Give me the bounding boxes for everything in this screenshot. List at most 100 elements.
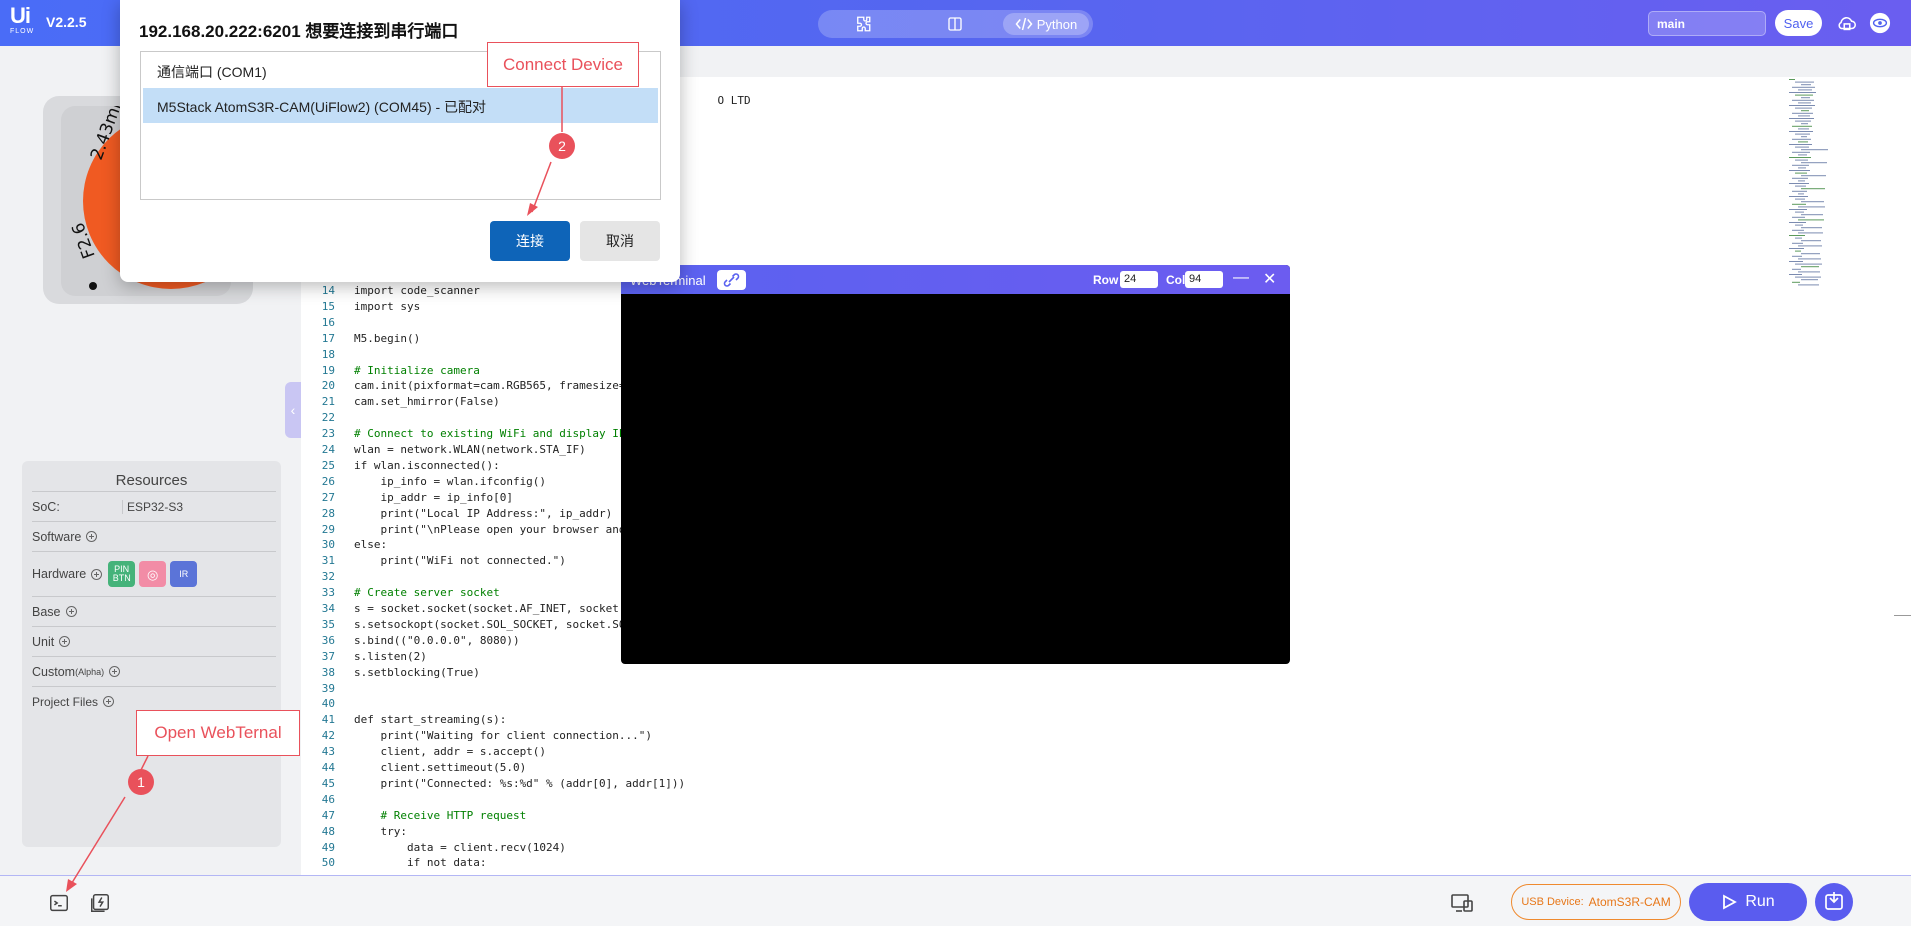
unit-label: Unit <box>32 634 55 649</box>
web-terminal-window[interactable]: WebTerminal Row 24 Col 94 — ✕ <box>621 265 1290 664</box>
line-number: 42 <box>321 729 335 743</box>
ir-badge[interactable]: IR <box>170 561 198 587</box>
line-number: 16 <box>321 315 335 329</box>
minimap-line <box>1795 172 1807 174</box>
terminal-link-button[interactable] <box>717 270 746 290</box>
minimap-line <box>1789 274 1802 275</box>
usb-device-indicator[interactable]: USB Device: AtomS3R-CAM <box>1511 884 1681 920</box>
line-number: 48 <box>321 824 335 838</box>
minimap-line <box>1789 105 1815 106</box>
line-number: 45 <box>321 776 335 790</box>
terminal-icon[interactable] <box>48 892 70 914</box>
python-mode-label: Python <box>1036 16 1078 32</box>
line-number: 22 <box>321 411 335 425</box>
row-input[interactable]: 24 <box>1120 271 1158 288</box>
cancel-button[interactable]: 取消 <box>580 221 660 261</box>
line-code: if wlan.isconnected(): <box>354 458 500 472</box>
add-base-icon[interactable] <box>65 606 77 617</box>
minimap-line <box>1795 224 1803 226</box>
connect-device-callout: Connect Device <box>487 42 639 87</box>
uiflow-logo[interactable]: Ui FLOW <box>10 4 38 40</box>
custom-row[interactable]: Custom (Alpha) <box>32 656 276 686</box>
minimap-line <box>1792 203 1806 205</box>
save-button[interactable]: Save <box>1775 10 1822 36</box>
line-number: 31 <box>321 554 335 568</box>
python-mode-button[interactable]: Python <box>1003 13 1089 35</box>
line-code: cam.init(pixformat=cam.RGB565, framesize… <box>354 379 633 393</box>
port-option-com45[interactable]: M5Stack AtomS3R-CAM(UiFlow2) (COM45) - 已… <box>143 88 658 123</box>
project-name-input[interactable]: main <box>1648 11 1766 36</box>
minimap-line <box>1795 237 1802 239</box>
add-project-file-icon[interactable] <box>103 696 115 707</box>
col-label: Col <box>1166 273 1186 287</box>
row-label: Row <box>1093 273 1119 287</box>
minimize-icon[interactable]: — <box>1233 269 1249 287</box>
minimap-line <box>1801 149 1828 151</box>
code-line: 38 s.setblocking(True) <box>301 665 1001 681</box>
code-line: 43 client, addr = s.accept() <box>301 744 1001 760</box>
web-terminal-header[interactable]: WebTerminal Row 24 Col 94 — ✕ <box>621 265 1290 294</box>
minimap-line <box>1801 253 1820 255</box>
line-code: # Receive HTTP request <box>354 808 527 822</box>
minimap-line <box>1795 211 1804 213</box>
minimap-line <box>1801 214 1823 216</box>
line-number: 26 <box>321 474 335 488</box>
software-label: Software <box>32 529 82 544</box>
col-input[interactable]: 94 <box>1185 271 1223 288</box>
add-hardware-icon[interactable] <box>91 568 103 580</box>
minimap-line <box>1801 97 1810 99</box>
minimap-line <box>1795 120 1811 122</box>
run-button[interactable]: Run <box>1689 883 1807 921</box>
line-code: s.setblocking(True) <box>354 665 480 679</box>
minimap-line <box>1792 190 1807 192</box>
flash-firmware-icon[interactable] <box>89 892 111 914</box>
line-number: 32 <box>321 570 335 584</box>
code-line: 49 data = client.recv(1024) <box>301 840 1001 856</box>
line-number: 28 <box>321 506 335 520</box>
close-icon[interactable]: ✕ <box>1263 269 1276 289</box>
mic-badge[interactable]: ◎ <box>139 561 167 587</box>
line-code: s.setsockopt(socket.SOL_SOCKET, socket.S… <box>354 617 633 631</box>
minimap-line <box>1789 222 1806 223</box>
download-to-device-button[interactable] <box>1815 883 1853 921</box>
hardware-row[interactable]: Hardware PIN BTN ◎ IR <box>32 551 276 596</box>
minimap-line <box>1792 177 1808 179</box>
blocks-mode-button[interactable] <box>822 13 904 35</box>
minimap-line <box>1795 146 1809 148</box>
line-number: 14 <box>321 284 335 297</box>
split-mode-button[interactable] <box>914 13 996 35</box>
puzzle-icon <box>857 16 871 32</box>
minimap-line <box>1801 110 1809 112</box>
minimap-line <box>1798 102 1811 104</box>
step-2-marker: 2 <box>549 133 575 159</box>
line-code: s = socket.socket(socket.AF_INET, socket… <box>354 602 633 615</box>
code-minimap[interactable] <box>1785 77 1885 287</box>
minimap-line <box>1798 167 1806 169</box>
device-manager-icon[interactable] <box>1450 892 1473 914</box>
line-code: def start_streaming(s): <box>354 713 507 727</box>
open-webterminal-callout: Open WebTernal <box>136 710 300 756</box>
add-custom-icon[interactable] <box>109 666 121 677</box>
collapse-sidebar-tab[interactable]: ‹ <box>285 382 301 438</box>
line-code: print("Waiting for client connection..."… <box>354 729 653 743</box>
base-row[interactable]: Base <box>32 596 276 626</box>
add-unit-icon[interactable] <box>59 636 71 647</box>
minimap-line <box>1801 240 1821 242</box>
cloud-project-icon[interactable] <box>1836 12 1858 34</box>
soc-row: SoC: ESP32-S3 <box>32 491 276 521</box>
minimap-line <box>1798 206 1825 208</box>
soc-label: SoC: <box>32 499 60 514</box>
software-row[interactable]: Software <box>32 521 276 551</box>
connect-button[interactable]: 连接 <box>490 221 570 261</box>
line-number: 18 <box>321 347 335 361</box>
line-number: 19 <box>321 363 335 377</box>
minimap-line <box>1798 271 1820 273</box>
code-line: 46 <box>301 792 1001 808</box>
unit-row[interactable]: Unit <box>32 626 276 656</box>
minimap-line <box>1798 154 1807 156</box>
line-number: 25 <box>321 458 335 472</box>
add-software-icon[interactable] <box>86 531 98 542</box>
pin-button-badge[interactable]: PIN BTN <box>108 561 136 587</box>
user-avatar-icon[interactable] <box>1869 12 1891 34</box>
line-code: ip_addr = ip_info[0] <box>354 490 513 504</box>
